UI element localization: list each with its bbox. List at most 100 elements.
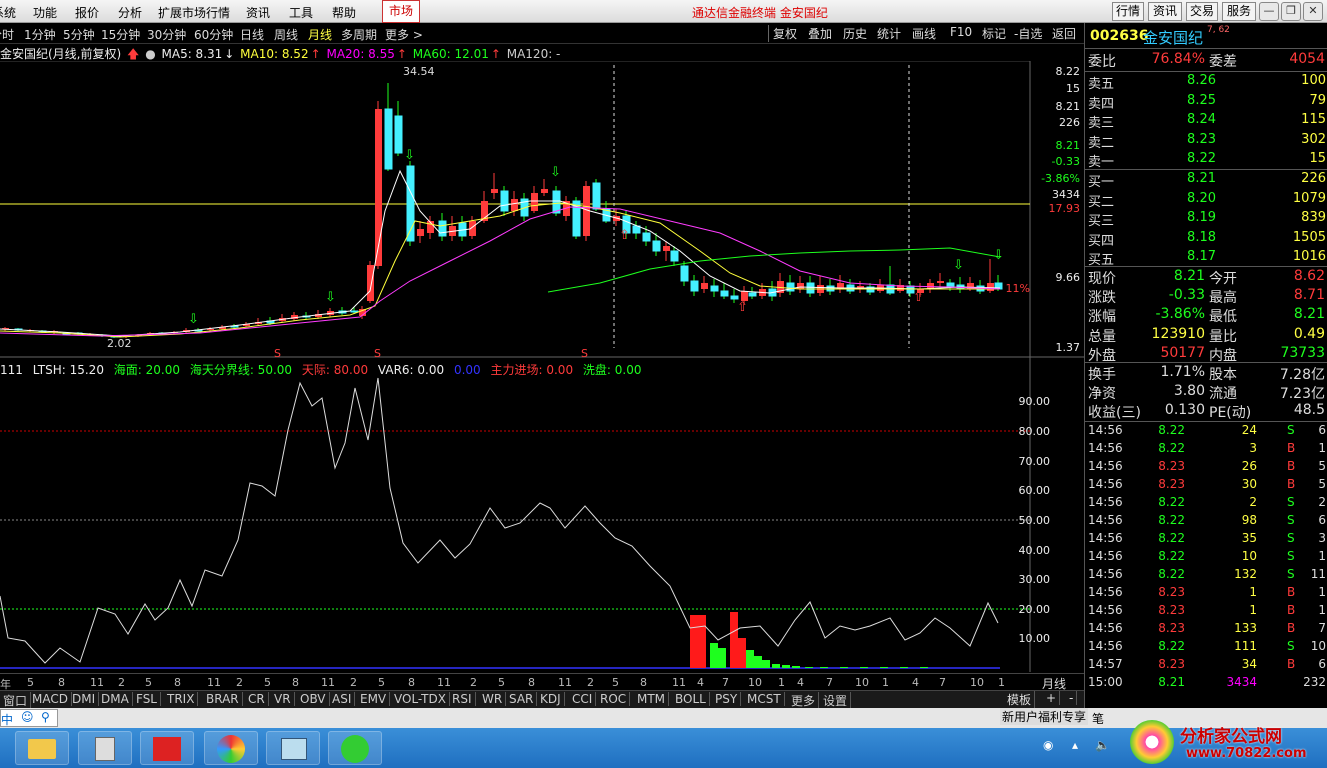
market-button[interactable]: 市场 [382,0,420,23]
tab-asi[interactable]: ASI [329,692,356,706]
tool-overlay[interactable]: 叠加 [808,25,832,42]
tool-draw[interactable]: 画线 [912,25,936,42]
menu-analysis[interactable]: 分析 [118,4,142,21]
book-row[interactable]: 买二 8.20 1079 [1085,191,1327,210]
axis-label: 9.66 [1055,271,1081,284]
tool-stats[interactable]: 统计 [877,25,901,42]
settings-icon[interactable]: ● [145,47,155,61]
menu-tools[interactable]: 工具 [289,4,313,21]
tool-mark[interactable]: 标记 [982,25,1006,42]
stat-label: 今开 [1209,271,1237,287]
browser-icon[interactable] [204,731,258,765]
period-multi[interactable]: 多周期 [341,26,377,43]
music-icon[interactable] [328,731,382,765]
menu-quote[interactable]: 报价 [75,4,99,21]
remote-icon[interactable] [266,731,320,765]
period-5min[interactable]: 5分钟 [63,26,95,43]
tab-vol-tdx[interactable]: VOL-TDX [391,692,450,706]
tab-更多[interactable]: 更多 [788,692,820,709]
book-row[interactable]: 卖三 8.24 115 [1085,112,1327,131]
menu-help[interactable]: 帮助 [332,4,356,21]
menu-function[interactable]: 功能 [33,4,57,21]
explorer-icon[interactable] [15,731,69,765]
search-box[interactable]: 中 ☺ ⚲ [0,709,58,727]
minimize-icon[interactable]: — [1259,2,1279,21]
period-30min[interactable]: 30分钟 [147,26,186,43]
news-button[interactable]: 资讯 [1148,2,1182,21]
tab-cr[interactable]: CR [245,692,269,706]
trade-button[interactable]: 交易 [1186,2,1218,21]
book-row[interactable]: 买一 8.21 226 [1085,171,1327,190]
smile-icon[interactable]: ☺ [21,710,34,724]
volume-icon[interactable]: 🔈 [1095,738,1110,752]
period-day[interactable]: 日线 [240,26,264,43]
stat-value: 50177 [1160,344,1205,361]
tab-emv[interactable]: EMV [357,692,391,706]
candle [748,287,757,299]
tab-sar[interactable]: SAR [506,692,538,706]
qq-icon[interactable]: ◉ [1043,738,1053,752]
tab-mtm[interactable]: MTM [634,692,670,706]
search-icon[interactable]: ⚲ [41,710,50,724]
tab-roc[interactable]: ROC [597,692,631,706]
menu-news[interactable]: 资讯 [246,4,270,21]
tool-history[interactable]: 历史 [843,25,867,42]
period-60min[interactable]: 60分钟 [194,26,233,43]
tool-back[interactable]: 返回 [1052,25,1076,42]
template-button[interactable]: 模板 [1004,691,1036,708]
period-15min[interactable]: 15分钟 [101,26,140,43]
tab-fsl[interactable]: FSL [133,692,161,706]
tab-boll[interactable]: BOLL [672,692,710,706]
menu-system[interactable]: 系统 [0,4,16,21]
book-price: 8.22 [1187,151,1216,166]
period-week[interactable]: 周线 [274,26,298,43]
s-marker: S [581,347,588,358]
book-row[interactable]: 卖五 8.26 100 [1085,73,1327,92]
calculator-icon[interactable] [78,731,132,765]
tab-设置[interactable]: 设置 [820,692,852,709]
add-window-button[interactable]: + [1043,691,1061,705]
tab-vr[interactable]: VR [271,692,295,706]
indicator-bar [754,656,762,668]
tab-rsi[interactable]: RSI [449,692,476,706]
tab-brar[interactable]: BRAR [203,692,243,706]
remove-window-button[interactable]: - [1066,691,1078,705]
service-button[interactable]: 服务 [1222,2,1256,21]
tab-psy[interactable]: PSY [712,692,742,706]
ma120-label: MA120: - [506,47,561,61]
tab-dmi[interactable]: DMI [69,692,100,706]
book-row[interactable]: 买三 8.19 839 [1085,210,1327,229]
tray-arrow-icon[interactable]: ▴ [1072,738,1078,752]
book-row[interactable]: 卖四 8.25 79 [1085,93,1327,112]
tdx-app-icon[interactable] [140,731,194,765]
menu-extended-market[interactable]: 扩展市场行情 [158,4,230,21]
period-intraday[interactable]: 分时 [0,26,14,43]
tab-wr[interactable]: WR [479,692,507,706]
input-mode[interactable]: 中 [1,711,13,728]
period-1min[interactable]: 1分钟 [24,26,56,43]
tool-adjust[interactable]: 复权 [773,25,797,42]
tool-f10[interactable]: F10 [950,25,972,39]
promo-link[interactable]: 新用户福利专享 [1000,708,1089,725]
tab-mcst[interactable]: MCST [744,692,785,706]
indicator-chart[interactable] [0,358,1084,672]
close-icon[interactable]: ✕ [1303,2,1323,21]
quote-button[interactable]: 行情 [1112,2,1144,21]
book-row[interactable]: 买四 8.18 1505 [1085,230,1327,249]
tab-trix[interactable]: TRIX [164,692,199,706]
book-row[interactable]: 卖二 8.23 302 [1085,132,1327,151]
tab-dma[interactable]: DMA [98,692,133,706]
candlestick-chart[interactable]: 34.54 2.02 S S S ⇩ ⇩ ⇩ ⇩ ⇩ ⇩ ⇧ ⇧ ⇧ [0,61,1084,358]
tab-macd[interactable]: MACD [29,692,72,706]
tab-kdj[interactable]: KDJ [537,692,565,706]
period-month[interactable]: 月线 [308,26,332,43]
book-qty: 100 [1301,73,1326,88]
tab-obv[interactable]: OBV [297,692,330,706]
tool-watchlist[interactable]: -自选 [1014,25,1042,42]
tab-cci[interactable]: CCI [569,692,597,706]
pen-icon[interactable]: 笔 [1092,710,1104,727]
period-more[interactable]: 更多 > [385,26,423,43]
restore-icon[interactable]: ❐ [1281,2,1301,21]
tab-窗口[interactable]: 窗口 [0,692,32,709]
book-row[interactable]: 卖一 8.22 15 [1085,151,1327,170]
